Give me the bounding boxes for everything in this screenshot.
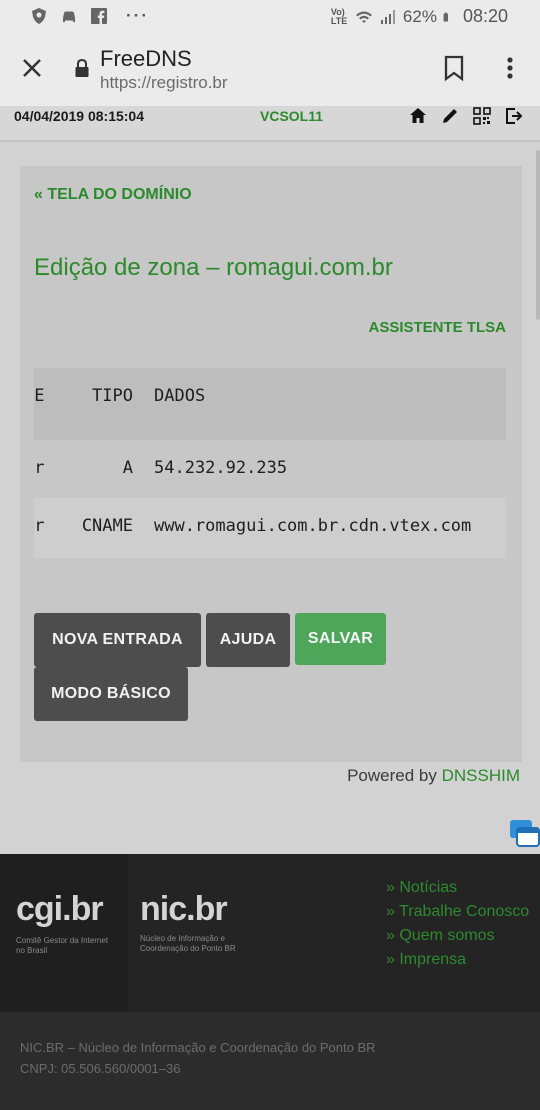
battery-percent: 62% <box>402 6 437 26</box>
dns-records-table: ME TIPO DADOS or A 54.232.92.235 or CNAM… <box>34 368 506 558</box>
record-data: www.romagui.com.br.cdn.vtex.com <box>154 516 472 536</box>
nic-logo[interactable]: nic.br <box>140 890 228 929</box>
footer-cnpj: CNPJ: 05.506.560/0001–36 <box>20 1061 181 1076</box>
notification-dots: ··· <box>126 6 149 25</box>
record-name: or <box>34 458 45 478</box>
shield-icon <box>32 8 46 24</box>
powered-by: Powered by DNSSHIM <box>347 766 520 786</box>
record-type: CNAME <box>81 516 133 536</box>
cgi-logo-subtitle: Comitê Gestor da Internet no Brasil <box>16 936 109 955</box>
footer-org-name: NIC.BR – Núcleo de Informação e Coordena… <box>20 1040 376 1055</box>
back-to-domain-link[interactable]: « TELA DO DOMÍNIO <box>34 186 192 204</box>
footer-bottom: NIC.BR – Núcleo de Informação e Coordena… <box>0 1012 540 1110</box>
qrcode-icon[interactable] <box>472 106 492 126</box>
page-title: Edição de zona – romagui.com.br <box>34 254 393 281</box>
record-type: A <box>122 458 133 478</box>
footer: cgi.br Comitê Gestor da Internet no Bras… <box>0 854 540 1012</box>
footer-link-trabalhe[interactable]: » Trabalhe Conosco <box>386 900 529 924</box>
help-button[interactable]: AJUDA <box>206 613 290 667</box>
save-button[interactable]: SALVAR <box>295 613 386 665</box>
dnsshim-link[interactable]: DNSSHIM <box>442 766 520 785</box>
close-icon[interactable] <box>18 54 46 82</box>
record-data: 54.232.92.235 <box>154 458 288 478</box>
cgi-block <box>0 854 128 1012</box>
signal-icon <box>380 9 395 24</box>
footer-link-quem-somos[interactable]: » Quem somos <box>386 924 529 948</box>
nic-logo-subtitle: Núcleo de Informação e Coordenação do Po… <box>140 934 236 953</box>
bookmark-icon[interactable] <box>442 54 466 82</box>
new-entry-button[interactable]: NOVA ENTRADA <box>34 613 201 667</box>
footer-link-noticias[interactable]: » Notícias <box>386 876 529 900</box>
status-bar: ··· Vo) LTE 62% 08:20 <box>0 0 540 34</box>
zone-editor-panel: « TELA DO DOMÍNIO Edição de zona – romag… <box>20 166 522 762</box>
scrollbar[interactable] <box>536 150 540 320</box>
tlsa-assistant-link[interactable]: ASSISTENTE TLSA <box>368 319 506 336</box>
table-row[interactable]: or A 54.232.92.235 <box>34 440 506 498</box>
record-name: or <box>34 516 45 536</box>
table-header: ME TIPO DADOS <box>34 368 506 440</box>
pencil-icon[interactable] <box>440 106 460 126</box>
session-user[interactable]: VCSOL11 <box>260 108 323 124</box>
cgi-logo[interactable]: cgi.br <box>16 890 104 929</box>
header-name: ME <box>34 386 45 406</box>
network-label: Vo) LTE <box>330 6 348 26</box>
facebook-icon <box>91 8 107 24</box>
wifi-icon <box>355 11 372 23</box>
footer-links: » Notícias » Trabalhe Conosco » Quem som… <box>386 876 529 972</box>
home-icon[interactable] <box>408 106 428 126</box>
clock: 08:20 <box>462 6 508 26</box>
footer-link-imprensa[interactable]: » Imprensa <box>386 948 529 972</box>
browser-toolbar: FreeDNS https://registro.br <box>0 34 540 106</box>
browser-url[interactable]: https://registro.br <box>100 73 228 93</box>
basic-mode-button[interactable]: MODO BÁSICO <box>34 667 188 721</box>
browser-page-title: FreeDNS <box>100 46 192 71</box>
more-vert-icon[interactable] <box>498 54 522 82</box>
header-type: TIPO <box>92 386 133 406</box>
lock-icon <box>75 58 89 77</box>
table-row[interactable]: or CNAME www.romagui.com.br.cdn.vtex.com <box>34 498 506 558</box>
session-datetime: 04/04/2019 08:15:04 <box>14 108 144 124</box>
car-icon <box>63 11 75 22</box>
logout-icon[interactable] <box>504 106 524 126</box>
floating-window-icon[interactable] <box>508 818 540 850</box>
powered-by-label: Powered by <box>347 766 437 785</box>
battery-icon <box>443 12 448 21</box>
header-data: DADOS <box>154 386 206 406</box>
session-bar: 04/04/2019 08:15:04 VCSOL11 <box>0 106 540 142</box>
